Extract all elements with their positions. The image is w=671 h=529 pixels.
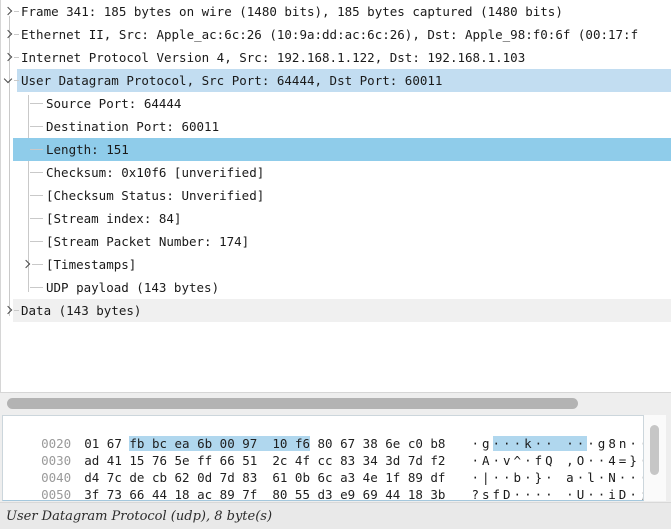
hex-bytes[interactable]: 3f 73 66 44 18 ac 89 7f 80 55 d3 e9 69 4…	[84, 487, 445, 501]
ascii-text: ·A·v^·fQ ,O··4=}·	[471, 453, 644, 468]
tree-dash	[14, 11, 19, 12]
tree-dash	[14, 57, 19, 58]
tree-dash	[32, 264, 43, 265]
tree-row-length[interactable]: Length: 151	[1, 138, 671, 161]
hex-row[interactable]: 002001 67 fb bc ea 6b 00 97 10 f6 80 67 …	[11, 418, 643, 435]
tree-row-udp[interactable]: User Datagram Protocol, Src Port: 64444,…	[1, 69, 671, 92]
tree-dash	[30, 241, 43, 242]
tree-row-ethernet[interactable]: Ethernet II, Src: Apple_ac:6c:26 (10:9a:…	[1, 23, 671, 46]
tree-row-timestamps[interactable]: [Timestamps]	[1, 253, 671, 276]
chevron-right-icon[interactable]	[4, 30, 12, 38]
tree-row-label: User Datagram Protocol, Src Port: 64444,…	[21, 69, 442, 92]
hex-bytes-selected[interactable]: fb bc ea 6b 00 97 10 f6	[129, 436, 310, 451]
tree-row-label: Frame 341: 185 bytes on wire (1480 bits)…	[21, 0, 563, 23]
tree-dash	[30, 195, 43, 196]
hex-offset: 0050	[41, 487, 71, 501]
vertical-scrollbar[interactable]	[644, 415, 666, 501]
chevron-right-icon[interactable]	[4, 7, 12, 15]
chevron-right-icon[interactable]	[22, 260, 30, 268]
tree-dash	[30, 218, 43, 219]
ascii-text: ·|··b·}· a·l·N···	[471, 470, 644, 485]
tree-dash	[30, 149, 43, 150]
tree-row-label: Ethernet II, Src: Apple_ac:6c:26 (10:9a:…	[21, 23, 638, 46]
tree-row-label: Data (143 bytes)	[21, 299, 141, 322]
tree-row-source-port[interactable]: Source Port: 64444	[1, 92, 671, 115]
tree-row-ipv4[interactable]: Internet Protocol Version 4, Src: 192.16…	[1, 46, 671, 69]
tree-row-destination-port[interactable]: Destination Port: 60011	[1, 115, 671, 138]
tree-row-label: [Stream index: 84]	[46, 207, 181, 230]
vertical-scrollbar-thumb[interactable]	[650, 425, 659, 475]
ascii-column[interactable]: ·A·v^·fQ ,O··4=}·	[471, 453, 644, 468]
tree-row-label: Length: 151	[46, 138, 129, 161]
tree-row-label: Internet Protocol Version 4, Src: 192.16…	[21, 46, 525, 69]
tree-dash	[30, 172, 43, 173]
hex-offset: 0020	[41, 436, 71, 451]
tree-dash	[14, 34, 19, 35]
tree-row-checksum[interactable]: Checksum: 0x10f6 [unverified]	[1, 161, 671, 184]
tree-row-label: [Stream Packet Number: 174]	[46, 230, 249, 253]
ascii-text: ·g	[471, 436, 492, 451]
tree-row-stream-packet-number[interactable]: [Stream Packet Number: 174]	[1, 230, 671, 253]
hex-bytes[interactable]: d4 7c de cb 62 0d 7d 83 61 0b 6c a3 4e 1…	[84, 470, 445, 485]
tree-dash	[30, 287, 43, 288]
ascii-column[interactable]: ?sfD···· ·U··iD·;	[471, 487, 644, 501]
tree-row-udp-payload[interactable]: UDP payload (143 bytes)	[1, 276, 671, 299]
ascii-text-selected: ···k·· ··	[493, 436, 588, 451]
tree-dash	[14, 310, 19, 311]
chevron-right-icon[interactable]	[4, 306, 12, 314]
ascii-text: ?sfD···· ·U··iD·;	[471, 487, 644, 501]
tree-row-label: Destination Port: 60011	[46, 115, 219, 138]
tree-dash	[14, 80, 19, 81]
tree-dash	[30, 126, 43, 127]
tree-row-label: Source Port: 64444	[46, 92, 181, 115]
tree-row-frame[interactable]: Frame 341: 185 bytes on wire (1480 bits)…	[1, 0, 671, 23]
hex-offset: 0040	[41, 470, 71, 485]
chevron-down-icon[interactable]	[4, 75, 12, 83]
packet-bytes-pane: 0020 01 67 fb bc ea 6b 00 97 10 f6 80 67 …	[2, 415, 644, 501]
tree-row-label: [Timestamps]	[46, 253, 136, 276]
tree-row-label: [Checksum Status: Unverified]	[46, 184, 264, 207]
hex-bytes[interactable]: ad 41 15 76 5e ff 66 51 2c 4f cc 83 34 3…	[84, 453, 445, 468]
chevron-right-icon[interactable]	[4, 53, 12, 61]
horizontal-scrollbar[interactable]	[0, 394, 671, 414]
tree-row-label: UDP payload (143 bytes)	[46, 276, 219, 299]
tree-row-checksum-status[interactable]: [Checksum Status: Unverified]	[1, 184, 671, 207]
ascii-column[interactable]: ·g···k·· ···g8n··	[471, 436, 644, 451]
tree-row-data[interactable]: Data (143 bytes)	[1, 299, 671, 322]
status-bar: User Datagram Protocol (udp), 8 byte(s)	[0, 502, 671, 529]
tree-dash	[30, 103, 43, 104]
ascii-column[interactable]: ·|··b·}· a·l·N···	[471, 470, 644, 485]
tree-row-label: Checksum: 0x10f6 [unverified]	[46, 161, 264, 184]
ascii-text: ·g8n··	[587, 436, 644, 451]
tree-row-stream-index[interactable]: [Stream index: 84]	[1, 207, 671, 230]
packet-details-pane: Frame 341: 185 bytes on wire (1480 bits)…	[0, 0, 671, 393]
status-field-info: User Datagram Protocol (udp), 8 byte(s)	[6, 509, 272, 524]
hex-offset: 0030	[41, 453, 71, 468]
hex-bytes[interactable]: 80 67 38 6e c0 b8	[310, 436, 445, 451]
horizontal-scrollbar-thumb[interactable]	[7, 398, 578, 409]
hex-bytes[interactable]: 01 67	[84, 436, 129, 451]
